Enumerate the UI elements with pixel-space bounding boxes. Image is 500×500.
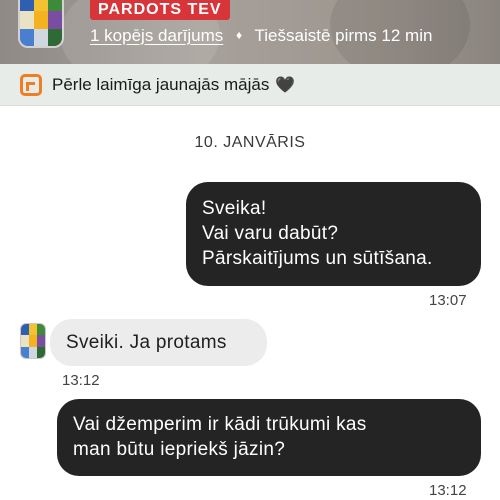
message-bubble-incoming[interactable]: Sveiki. Ja protams: [50, 319, 267, 366]
message-timestamp: 13:07: [429, 292, 467, 309]
message-timestamp: 13:12: [429, 482, 467, 499]
message-line: Vai džemperim ir kādi trūkumi kas: [73, 414, 367, 435]
avatar-tile: [48, 0, 62, 12]
online-status: Tiešsaistē pirms 12 min: [254, 26, 433, 45]
message-timestamp: 13:12: [62, 372, 100, 389]
avatar-tile: [20, 0, 34, 12]
heart-icon: 🖤: [275, 76, 296, 94]
avatar-tile: [34, 11, 48, 29]
avatar-tile: [20, 28, 34, 46]
avatar-tile: [34, 28, 48, 46]
avatar-tile: [29, 346, 37, 358]
message-line: Sveiki. Ja protams: [66, 332, 227, 353]
conversation-header: PARDOTS TEV 1 kopējs darījums ♦ Tiešsais…: [0, 0, 500, 64]
user-avatar[interactable]: [18, 0, 64, 48]
message-line: Pārskaitījums un sūtīšana.: [202, 248, 433, 269]
avatar-tile: [21, 335, 29, 347]
message-line: man būtu iepriekš jāzin?: [73, 439, 286, 460]
status-badge: PARDOTS TEV: [90, 0, 230, 20]
seller-info: 1 kopējs darījums ♦ Tiešsaistē pirms 12 …: [90, 26, 432, 46]
chat-screen: PARDOTS TEV 1 kopējs darījums ♦ Tiešsais…: [0, 0, 500, 500]
avatar-tile: [37, 346, 45, 358]
avatar-tile: [21, 346, 29, 358]
package-icon: [20, 73, 42, 96]
avatar-tile: [20, 11, 34, 29]
banner-text: Pērle laimīga jaunajās mājās: [52, 74, 270, 94]
message-bubble-outgoing[interactable]: Sveika! Vai varu dabūt? Pārskaitījums un…: [186, 182, 481, 286]
avatar-tile: [29, 324, 37, 336]
date-separator: 10. JANVĀRIS: [194, 134, 306, 151]
avatar-tile: [37, 324, 45, 336]
avatar-tile: [29, 335, 37, 347]
avatar-tile: [48, 11, 62, 29]
message-line: Sveika!: [202, 198, 267, 219]
avatar-tile: [37, 335, 45, 347]
order-status-banner[interactable]: Pērle laimīga jaunajās mājās 🖤: [0, 64, 500, 106]
shared-transactions-link[interactable]: 1 kopējs darījums: [90, 26, 223, 45]
separator-icon: ♦: [235, 28, 243, 42]
avatar-tile: [34, 0, 48, 12]
message-bubble-outgoing[interactable]: Vai džemperim ir kādi trūkumi kas man bū…: [57, 399, 481, 476]
avatar-tile: [21, 324, 29, 336]
message-line: Vai varu dabūt?: [202, 223, 339, 244]
avatar-tile: [48, 28, 62, 46]
sender-avatar[interactable]: [20, 323, 46, 359]
